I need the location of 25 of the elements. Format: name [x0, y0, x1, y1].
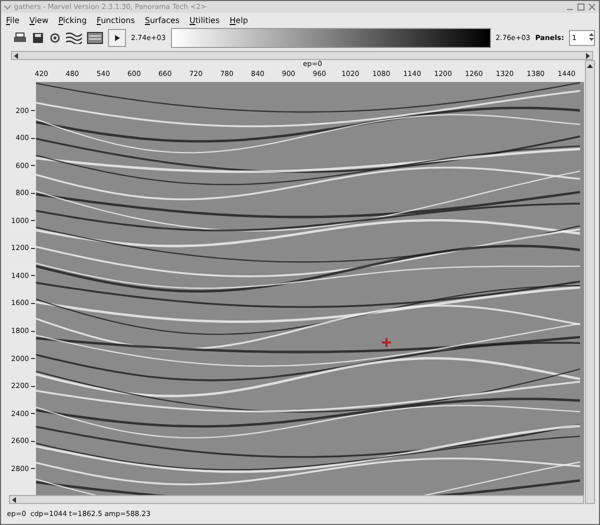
ring-icon[interactable] — [49, 32, 61, 44]
window-menu-icon[interactable] — [4, 4, 11, 10]
menu-item[interactable]: Help — [230, 16, 248, 24]
menu-item[interactable]: File — [6, 16, 20, 24]
save-icon[interactable] — [32, 32, 44, 44]
menu-item[interactable]: Functions — [96, 16, 135, 24]
cursor-marker-icon — [382, 338, 391, 347]
menu-item[interactable]: Picking — [58, 16, 87, 24]
panel-icon[interactable] — [87, 32, 103, 44]
play-icon — [114, 35, 120, 41]
horizontal-scrollbar[interactable] — [9, 495, 584, 504]
vertical-scrollbar[interactable] — [585, 60, 595, 504]
menu-item[interactable]: View — [29, 16, 48, 24]
menu-item[interactable]: Surfaces — [144, 16, 180, 24]
play-button[interactable] — [108, 29, 126, 47]
scroll-left-icon[interactable] — [12, 52, 20, 60]
wiggle-traces-icon[interactable] — [66, 32, 82, 44]
horizontal-scrollbar[interactable] — [11, 51, 593, 60]
printer-icon[interactable] — [13, 32, 27, 44]
close-icon[interactable] — [588, 3, 596, 11]
scroll-left-icon[interactable] — [10, 496, 18, 504]
spin-arrows-icon[interactable] — [589, 32, 594, 42]
maximize-icon[interactable] — [577, 3, 585, 11]
scroll-up-icon[interactable] — [586, 62, 594, 70]
menu-item[interactable]: Utilities — [190, 16, 220, 24]
